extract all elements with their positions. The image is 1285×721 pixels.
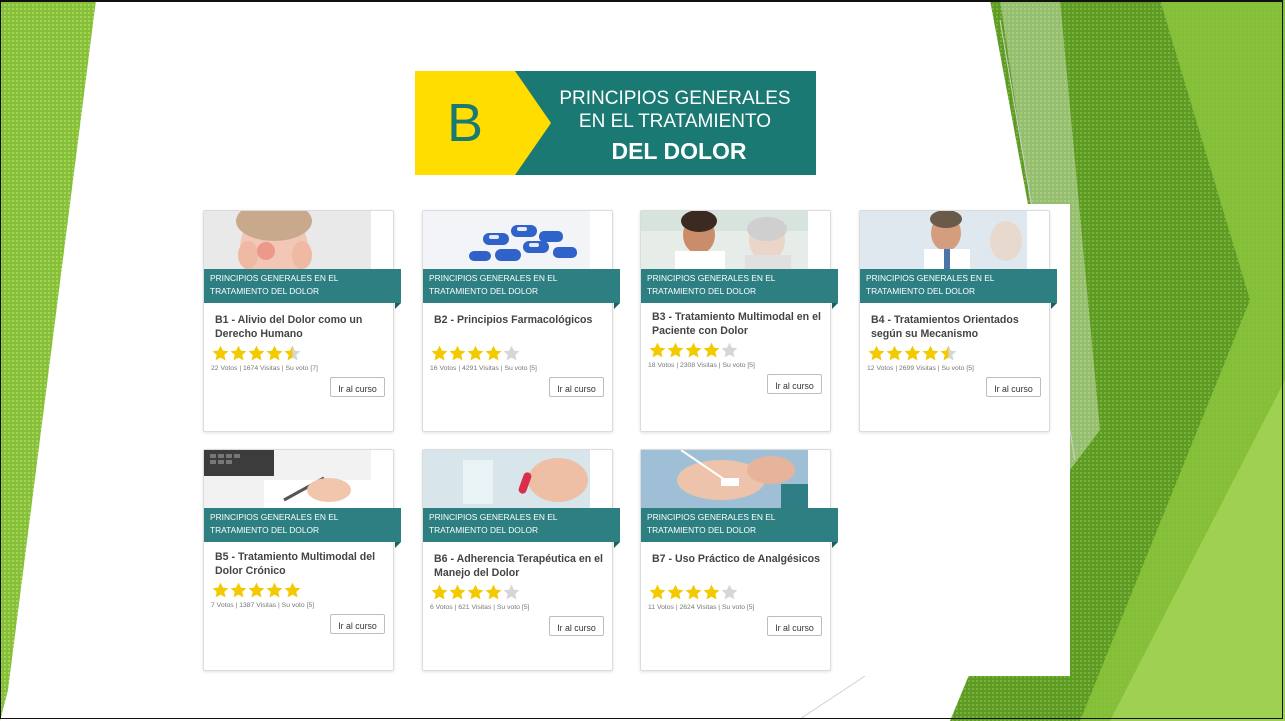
course-title[interactable]: B7 - Uso Práctico de Analgésicos: [652, 552, 824, 566]
course-stats: 18 Votos | 2308 Visitas | Su voto [5]: [648, 362, 755, 369]
woman-headache-photo[interactable]: [204, 211, 371, 269]
category-ribbon: PRINCIPIOS GENERALES EN EL TRATAMIENTO D…: [204, 508, 401, 542]
course-stats: 7 Votos | 1387 Visitas | Su voto [5]: [211, 602, 315, 609]
course-stats: 22 Votos | 1674 Visitas | Su voto [7]: [211, 365, 318, 372]
star-icon[interactable]: [248, 345, 265, 361]
star-icon[interactable]: [685, 342, 702, 358]
course-card: PRINCIPIOS GENERALES EN EL TRATAMIENTO D…: [640, 210, 838, 432]
star-icon[interactable]: [649, 342, 666, 358]
course-title[interactable]: B4 - Tratamientos Orientados según su Me…: [871, 313, 1043, 341]
star-icon[interactable]: [685, 584, 702, 600]
course-stats: 11 Votos | 2624 Visitas | Su voto [5]: [648, 604, 755, 611]
category-ribbon: PRINCIPIOS GENERALES EN EL TRATAMIENTO D…: [641, 269, 838, 303]
star-icon[interactable]: [248, 582, 265, 598]
star-icon[interactable]: [284, 345, 301, 361]
go-to-course-button[interactable]: Ir al curso: [549, 377, 604, 397]
star-icon[interactable]: [721, 342, 738, 358]
star-icon[interactable]: [467, 584, 484, 600]
star-icon[interactable]: [266, 345, 283, 361]
rating-stars[interactable]: [212, 345, 301, 361]
star-icon[interactable]: [503, 584, 520, 600]
course-card: PRINCIPIOS GENERALES EN EL TRATAMIENTO D…: [203, 210, 401, 432]
star-icon[interactable]: [212, 345, 229, 361]
star-icon[interactable]: [667, 584, 684, 600]
star-icon[interactable]: [703, 584, 720, 600]
rating-stars[interactable]: [431, 345, 520, 361]
star-icon[interactable]: [485, 584, 502, 600]
course-title[interactable]: B2 - Principios Farmacológicos: [434, 313, 606, 327]
ribbon-fold: [395, 542, 401, 548]
go-to-course-button[interactable]: Ir al curso: [330, 377, 385, 397]
course-title[interactable]: B3 - Tratamiento Multimodal en el Pacien…: [652, 310, 824, 338]
course-card: PRINCIPIOS GENERALES EN EL TRATAMIENTO D…: [640, 449, 838, 671]
category-ribbon: PRINCIPIOS GENERALES EN EL TRATAMIENTO D…: [423, 508, 620, 542]
rating-stars[interactable]: [212, 582, 301, 598]
rating-stars[interactable]: [431, 584, 520, 600]
ribbon-fold: [614, 542, 620, 548]
banner-line1: PRINCIPIOS GENERALES: [559, 88, 790, 109]
rating-stars[interactable]: [868, 345, 957, 361]
course-card: PRINCIPIOS GENERALES EN EL TRATAMIENTO D…: [422, 210, 620, 432]
star-icon[interactable]: [284, 582, 301, 598]
star-icon[interactable]: [904, 345, 921, 361]
star-icon[interactable]: [266, 582, 283, 598]
rating-stars[interactable]: [649, 584, 738, 600]
ribbon-fold: [1051, 303, 1057, 309]
category-ribbon: PRINCIPIOS GENERALES EN EL TRATAMIENTO D…: [641, 508, 838, 542]
ribbon-fold: [832, 542, 838, 548]
star-icon[interactable]: [922, 345, 939, 361]
star-icon[interactable]: [503, 345, 520, 361]
star-icon[interactable]: [230, 345, 247, 361]
star-icon[interactable]: [667, 342, 684, 358]
course-stats: 6 Votos | 621 Visitas | Su voto [5]: [430, 604, 530, 611]
star-icon[interactable]: [230, 582, 247, 598]
star-icon[interactable]: [449, 345, 466, 361]
blue-pills-photo[interactable]: [423, 211, 590, 269]
star-icon[interactable]: [485, 345, 502, 361]
star-icon[interactable]: [212, 582, 229, 598]
left-green-stripe: [0, 0, 96, 721]
star-icon[interactable]: [886, 345, 903, 361]
go-to-course-button[interactable]: Ir al curso: [767, 374, 822, 394]
ribbon-fold: [395, 303, 401, 309]
course-stats: 12 Votos | 2699 Visitas | Su voto [5]: [867, 365, 974, 372]
go-to-course-button[interactable]: Ir al curso: [549, 616, 604, 636]
course-card: PRINCIPIOS GENERALES EN EL TRATAMIENTO D…: [203, 449, 401, 671]
go-to-course-button[interactable]: Ir al curso: [330, 614, 385, 634]
star-icon[interactable]: [703, 342, 720, 358]
rating-stars[interactable]: [649, 342, 738, 358]
banner-letter: B: [447, 93, 483, 153]
doctor-photo[interactable]: [860, 211, 1027, 269]
course-card: PRINCIPIOS GENERALES EN EL TRATAMIENTO D…: [422, 449, 620, 671]
star-icon[interactable]: [940, 345, 957, 361]
laptop-writing-photo[interactable]: [204, 450, 371, 508]
course-card: PRINCIPIOS GENERALES EN EL TRATAMIENTO D…: [859, 210, 1057, 432]
go-to-course-button[interactable]: Ir al curso: [767, 616, 822, 636]
star-icon[interactable]: [431, 584, 448, 600]
star-icon[interactable]: [431, 345, 448, 361]
category-ribbon: PRINCIPIOS GENERALES EN EL TRATAMIENTO D…: [860, 269, 1057, 303]
iv-drip-hand-photo[interactable]: [641, 450, 808, 508]
star-icon[interactable]: [721, 584, 738, 600]
course-title[interactable]: B5 - Tratamiento Multimodal del Dolor Cr…: [215, 550, 387, 578]
course-stats: 16 Votos | 4291 Visitas | Su voto [5]: [430, 365, 537, 372]
star-icon[interactable]: [649, 584, 666, 600]
course-title[interactable]: B6 - Adherencia Terapéutica en el Manejo…: [434, 552, 606, 580]
go-to-course-button[interactable]: Ir al curso: [986, 377, 1041, 397]
banner-line3: DEL DOLOR: [611, 138, 746, 164]
star-icon[interactable]: [467, 345, 484, 361]
nurse-patient-photo[interactable]: [641, 211, 808, 269]
star-icon[interactable]: [449, 584, 466, 600]
ribbon-fold: [832, 303, 838, 309]
category-ribbon: PRINCIPIOS GENERALES EN EL TRATAMIENTO D…: [204, 269, 401, 303]
course-title[interactable]: B1 - Alivio del Dolor como un Derecho Hu…: [215, 313, 387, 341]
pill-in-hand-photo[interactable]: [423, 450, 590, 508]
star-icon[interactable]: [868, 345, 885, 361]
banner-line2: EN EL TRATAMIENTO: [579, 111, 771, 132]
ribbon-fold: [614, 303, 620, 309]
course-banner: B PRINCIPIOS GENERALES EN EL TRATAMIENTO…: [415, 71, 816, 175]
category-ribbon: PRINCIPIOS GENERALES EN EL TRATAMIENTO D…: [423, 269, 620, 303]
